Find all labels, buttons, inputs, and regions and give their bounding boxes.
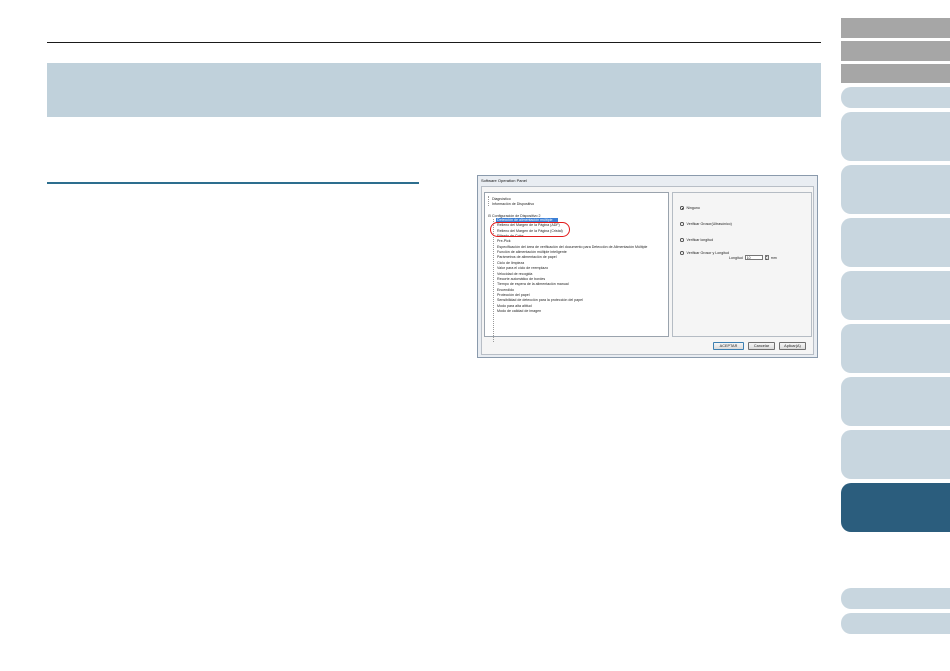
section-heading-rule: [47, 182, 419, 184]
nav-tab-bottom-1[interactable]: [841, 588, 950, 609]
header-rule: [47, 42, 821, 43]
tree-item[interactable]: Encendido: [497, 288, 514, 292]
dialog-body: Diagnóstico Información de Dispositivo ⊟…: [481, 186, 814, 355]
length-spinner[interactable]: ▴ ▾: [764, 255, 769, 260]
length-label: Longitud: [729, 255, 743, 260]
nav-tab-4[interactable]: [841, 218, 950, 267]
multifeed-options-panel: Ninguno Verificar Grosor(Ultrasónico) Ve…: [672, 192, 812, 337]
highlight-ring: [490, 222, 570, 237]
option-length-label: Verificar longitud: [686, 238, 714, 242]
nav-tab-5[interactable]: [841, 271, 950, 320]
software-operation-panel-screenshot: Software Operation Panel Diagnóstico Inf…: [477, 175, 818, 358]
tree-item[interactable]: Pre-Pick: [497, 239, 511, 243]
tree-item[interactable]: Especificación del área de verificación …: [497, 245, 647, 249]
nav-tab-7[interactable]: [841, 377, 950, 426]
tree-item[interactable]: Modo de calidad de imagen: [497, 309, 541, 313]
tree-item[interactable]: Ciclo de limpieza: [497, 261, 524, 265]
settings-tree: Diagnóstico Información de Dispositivo ⊟…: [484, 192, 669, 342]
nav-tab-3[interactable]: [841, 165, 950, 214]
length-input[interactable]: 10: [744, 255, 763, 260]
radio-icon[interactable]: [680, 238, 684, 242]
apply-button[interactable]: Aplicar(A): [779, 342, 806, 350]
tree-item[interactable]: Sensibilidad de detección para la protec…: [497, 298, 583, 302]
nav-tab-top-3[interactable]: [841, 64, 950, 83]
tree-connector: [488, 196, 489, 206]
tree-item[interactable]: Tiempo de espera de la alimentación manu…: [497, 282, 569, 286]
length-setting: Longitud 10 ▴ ▾ mm: [729, 255, 777, 260]
tree-item[interactable]: Recorte automático de bordes: [497, 277, 545, 281]
ok-button[interactable]: ACEPTAR: [713, 342, 744, 350]
tree-item[interactable]: Modo para alta altitud: [497, 304, 532, 308]
nav-tab-bottom-2[interactable]: [841, 613, 950, 634]
nav-tab-top-1[interactable]: [841, 18, 950, 38]
radio-icon[interactable]: [680, 222, 684, 226]
option-none[interactable]: Ninguno: [680, 206, 700, 210]
length-unit: mm: [770, 255, 777, 260]
option-length[interactable]: Verificar longitud: [680, 238, 713, 242]
option-thickness-length[interactable]: Verificar Grosor y Longitud: [680, 251, 729, 255]
nav-tab-top-2[interactable]: [841, 41, 950, 61]
nav-tab-2[interactable]: [841, 112, 950, 161]
tree-item[interactable]: Velocidad de recogida: [497, 272, 532, 276]
nav-tab-active[interactable]: [841, 483, 950, 532]
radio-selected-icon[interactable]: [680, 206, 684, 210]
tree-item-diagnostics[interactable]: Diagnóstico: [492, 197, 511, 201]
page-title-band: [47, 63, 821, 117]
nav-tab-6[interactable]: [841, 324, 950, 373]
nav-tab-8[interactable]: [841, 430, 950, 479]
tree-item[interactable]: Parámetros de alimentación de papel: [497, 255, 557, 259]
nav-tab-1[interactable]: [841, 87, 950, 108]
option-thickness-length-label: Verificar Grosor y Longitud: [686, 251, 730, 255]
option-none-label: Ninguno: [686, 206, 700, 210]
tree-item[interactable]: Protección del papel: [497, 293, 530, 297]
tree-item[interactable]: Función de alimentación múltiple intelig…: [497, 250, 567, 254]
option-thickness-label: Verificar Grosor(Ultrasónico): [686, 222, 732, 226]
tree-connector: [493, 219, 494, 342]
dialog-title: Software Operation Panel: [481, 178, 527, 183]
cancel-button[interactable]: Cancelar: [748, 342, 775, 350]
tree-item[interactable]: Valor para el ciclo de reemplazo: [497, 266, 548, 270]
tree-item-device-info[interactable]: Información de Dispositivo: [492, 202, 534, 206]
radio-icon[interactable]: [680, 251, 684, 255]
option-thickness[interactable]: Verificar Grosor(Ultrasónico): [680, 222, 732, 226]
